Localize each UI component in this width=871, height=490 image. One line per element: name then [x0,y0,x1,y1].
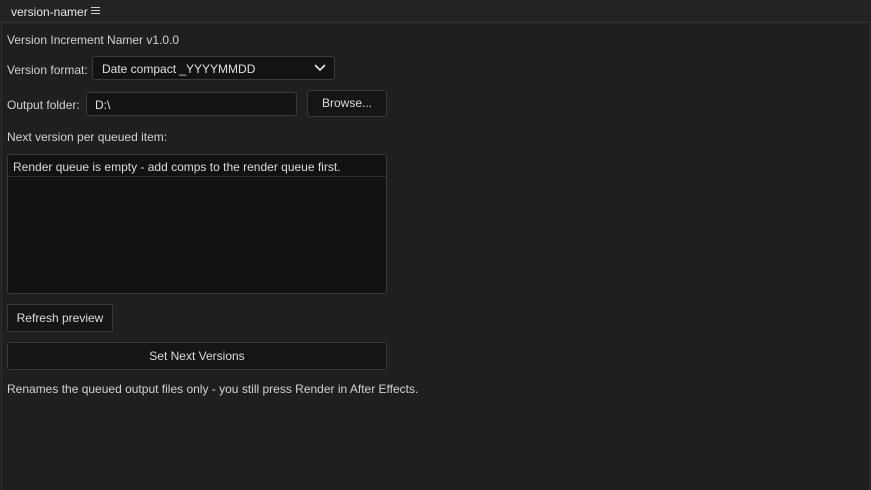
queue-list-label: Next version per queued item: [7,130,168,144]
version-format-dropdown[interactable]: Date compact _YYYYMMDD [92,56,335,80]
version-format-value: Date compact _YYYYMMDD [102,62,256,76]
hamburger-menu-icon[interactable] [91,6,100,16]
footer-note: Renames the queued output files only - y… [7,382,419,396]
refresh-preview-button[interactable]: Refresh preview [7,304,113,332]
list-item-text: Render queue is empty - add comps to the… [13,160,341,174]
browse-button[interactable]: Browse... [307,90,387,117]
panel-header: version-namer [0,0,871,23]
list-item[interactable]: Render queue is empty - add comps to the… [8,155,386,177]
panel-tab-title[interactable]: version-namer [11,5,88,19]
version-format-label: Version format: [7,63,88,77]
panel-title: Version Increment Namer v1.0.0 [7,33,180,47]
set-next-versions-button[interactable]: Set Next Versions [7,342,387,370]
output-folder-value: D:\ [95,98,111,112]
output-folder-field[interactable]: D:\ [86,92,297,116]
chevron-down-icon [314,64,326,72]
output-folder-label: Output folder: [7,98,80,112]
queue-preview-list[interactable]: Render queue is empty - add comps to the… [7,154,387,294]
